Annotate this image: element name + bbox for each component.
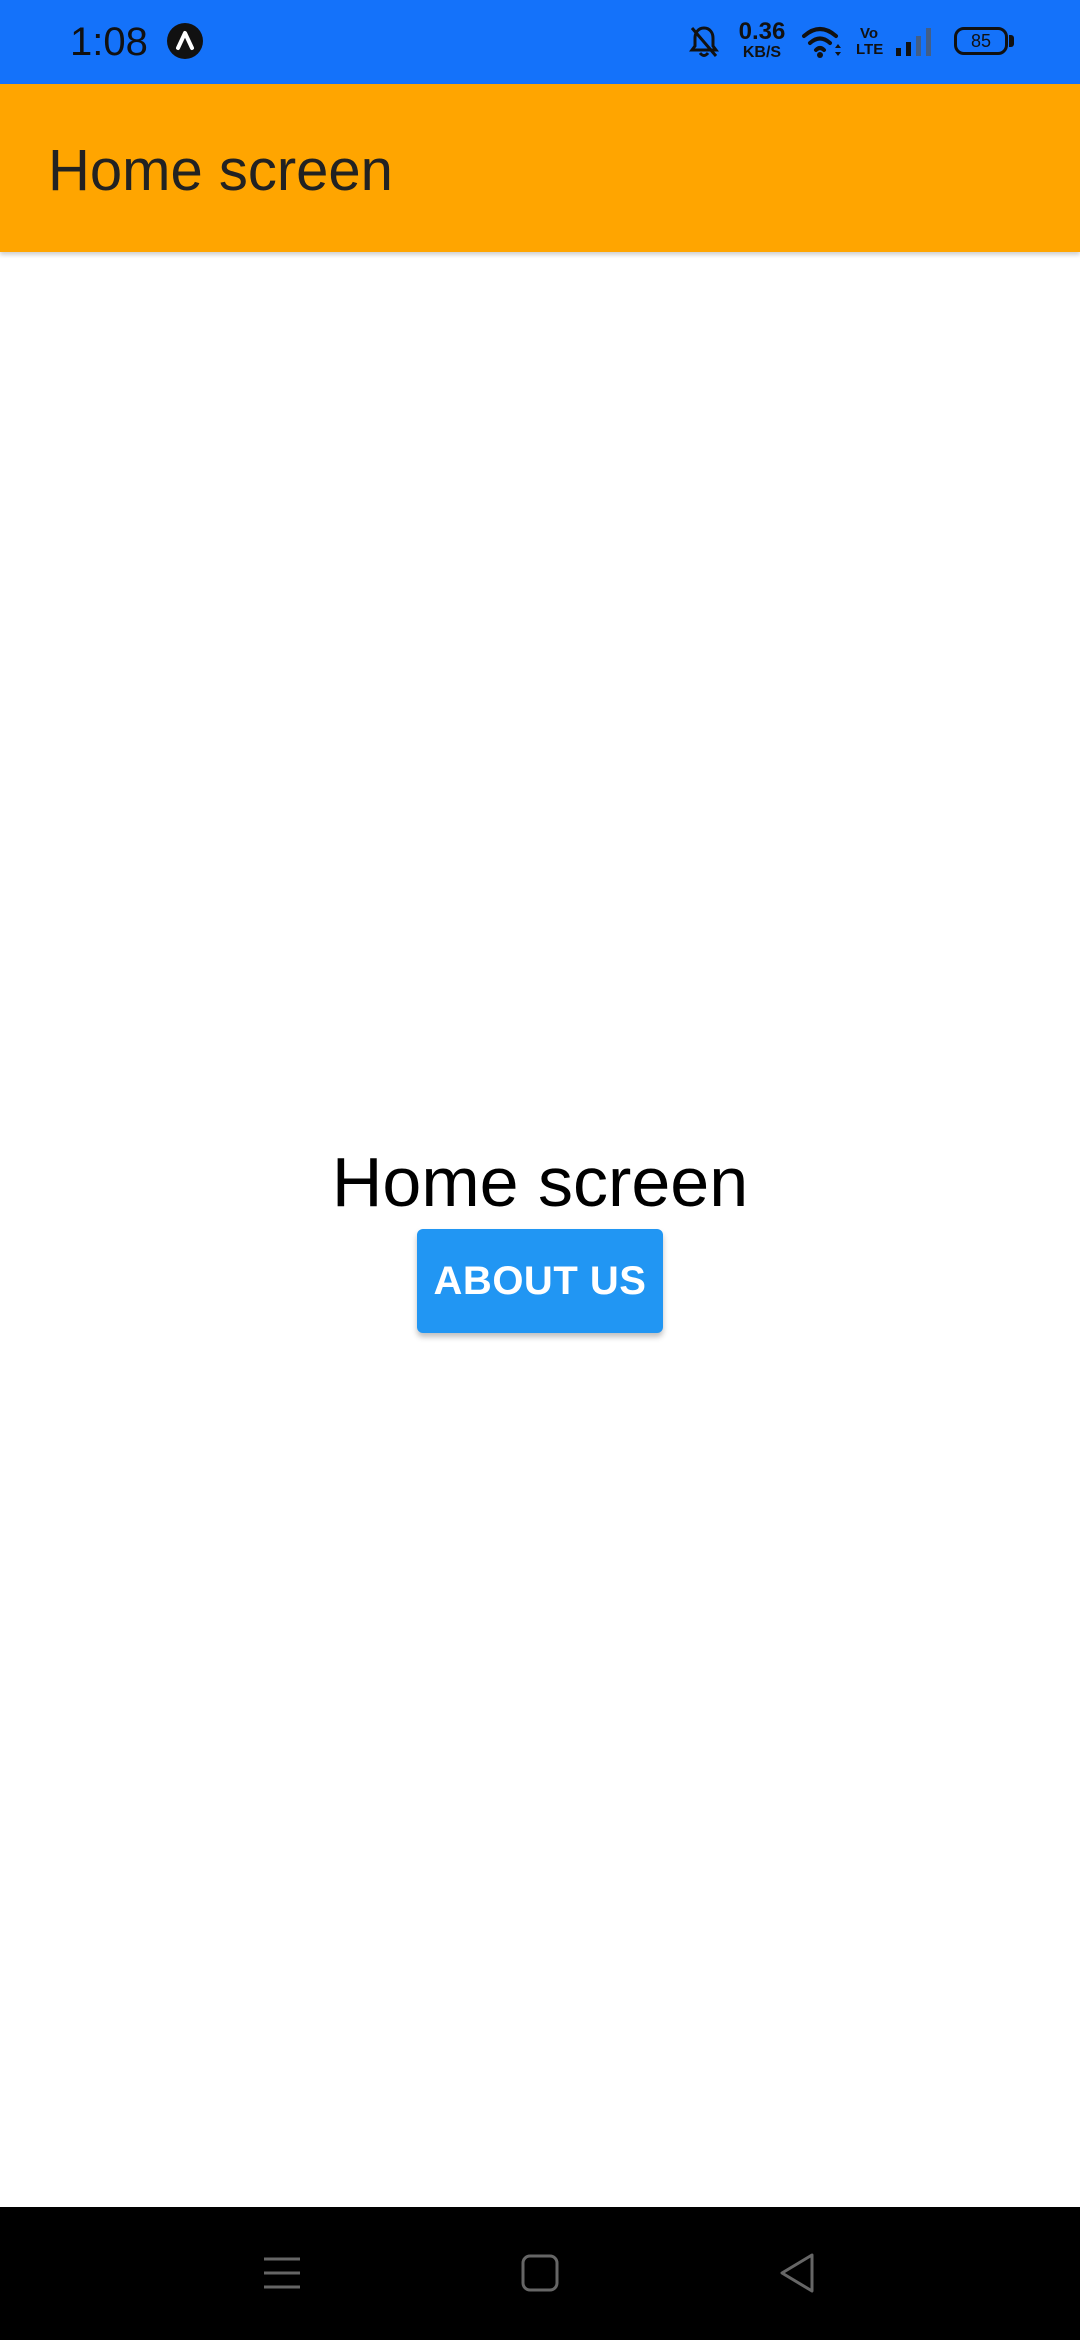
status-time: 1:08 bbox=[70, 20, 148, 64]
home-icon[interactable] bbox=[510, 2243, 570, 2303]
battery-tip bbox=[1009, 35, 1014, 47]
volte-indicator: Vo LTE bbox=[856, 25, 884, 58]
back-icon[interactable] bbox=[768, 2243, 828, 2303]
center-content: Home screen ABOUT US bbox=[0, 1140, 1080, 1333]
wifi-icon bbox=[802, 27, 841, 58]
app-notification-icon bbox=[167, 23, 203, 59]
network-speed-unit: KB/S bbox=[742, 44, 782, 61]
network-speed-value: 0.36 bbox=[738, 18, 786, 45]
signal-icon bbox=[896, 28, 931, 56]
network-speed: 0.36 KB/S bbox=[734, 20, 790, 62]
app-bar: Home screen bbox=[0, 84, 1080, 252]
about-us-button[interactable]: ABOUT US bbox=[417, 1229, 663, 1333]
menu-icon[interactable] bbox=[252, 2243, 312, 2303]
page-heading: Home screen bbox=[331, 1143, 749, 1221]
battery-icon: 85 bbox=[954, 27, 1008, 55]
volte-bottom-label: LTE bbox=[856, 41, 884, 58]
navigation-bar bbox=[0, 2207, 1080, 2340]
mute-bell-icon bbox=[689, 26, 719, 57]
volte-top-label: Vo bbox=[859, 25, 879, 42]
status-bar: 1:08 0.36 KB/S Vo LTE 85 bbox=[0, 0, 1080, 84]
screen: 1:08 0.36 KB/S Vo LTE 85 Home screen Hom… bbox=[0, 0, 1080, 2340]
app-bar-title: Home screen bbox=[48, 138, 393, 203]
main-content: Home screen ABOUT US bbox=[0, 252, 1080, 2207]
